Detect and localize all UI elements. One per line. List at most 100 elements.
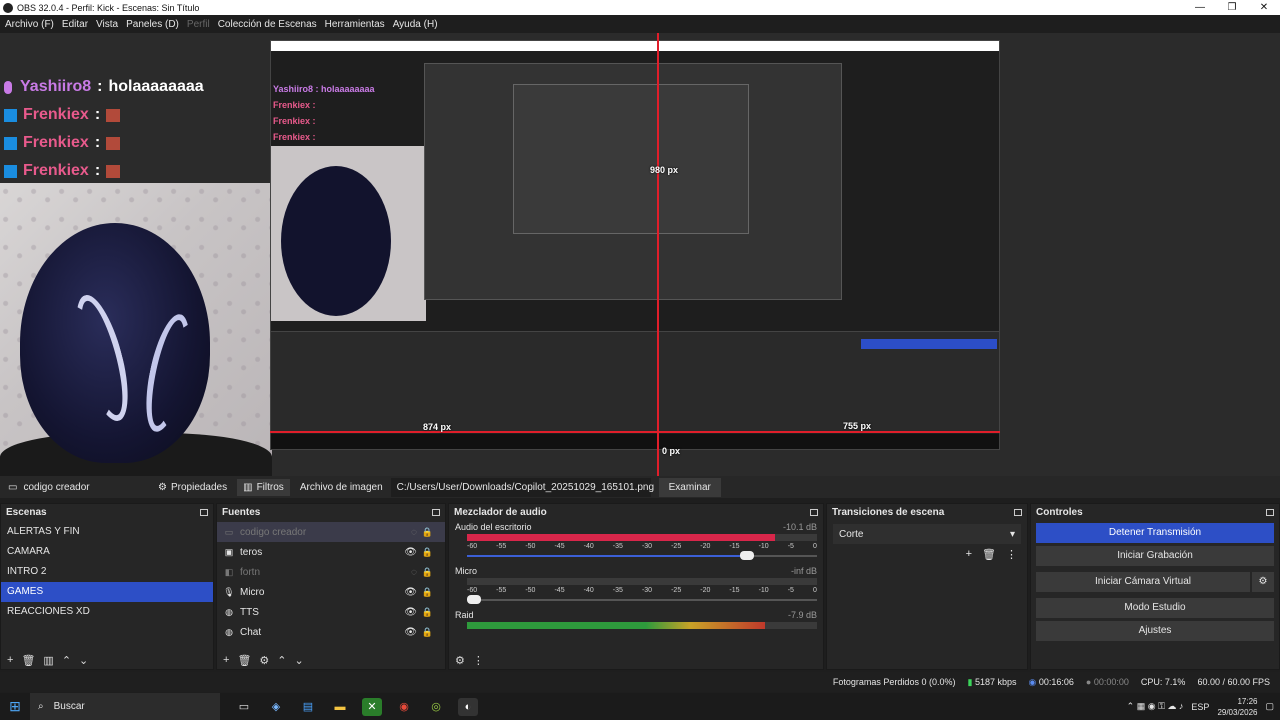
stream-icon: ◉ [1028,676,1037,687]
tray-icons[interactable]: ⌃ ▦ ◉ ⚿ ☁ ♪ [1127,701,1184,712]
eye-icon[interactable]: 👁 [404,547,417,558]
preview-canvas[interactable]: Yashiiro8 : holaaaaaaaa Frenkiex : Frenk… [0,33,1280,476]
eye-icon[interactable]: 👁 [404,627,417,638]
language-indicator[interactable]: ESP [1191,702,1209,712]
lock-icon[interactable]: 🔒 [422,587,433,598]
explorer-icon[interactable]: ▬ [330,698,350,716]
chat-line: Frenkiex : [4,129,204,157]
virtual-camera-settings-gear-icon[interactable]: ⚙ [1252,572,1274,592]
properties-button[interactable]: ⚙ Propiedades [152,479,233,496]
meter-scale: -60 -55 -50 -45 -40 -35 -30 -25 -20 -15 -10 -5 0 [467,587,817,594]
trash-icon[interactable]: 🗑 [237,654,251,667]
app-icon[interactable]: ◎ [426,698,446,716]
menu-help[interactable]: Ayuda (H) [393,19,438,30]
source-item[interactable]: ▣ teros 👁 🔒 [217,542,445,562]
kick-badge-icon [4,136,17,150]
start-virtual-camera-button[interactable]: Iniciar Cámara Virtual [1036,572,1250,592]
image-icon: ▭ [8,481,18,493]
undock-icon[interactable] [200,508,208,516]
menu-scene-collection[interactable]: Colección de Escenas [218,19,317,30]
menu-edit[interactable]: Editar [62,19,88,30]
lock-icon[interactable]: 🔒 [422,627,433,638]
move-down-icon[interactable]: ⌄ [79,654,88,667]
image-icon: ▭ [224,526,234,537]
undock-icon[interactable] [432,508,440,516]
source-item[interactable]: 🎙 Micro 👁 🔒 [217,582,445,602]
source-item[interactable]: ▭ codigo creador ◌ 🔒 [217,522,445,542]
undock-icon[interactable] [1266,508,1274,516]
undock-icon[interactable] [810,508,818,516]
store-icon[interactable]: ▤ [298,698,318,716]
fps: 60.00 / 60.00 FPS [1197,677,1270,687]
minimize-button[interactable]: — [1184,0,1216,15]
move-down-icon[interactable]: ⌄ [295,654,304,667]
lock-icon[interactable]: 🔒 [422,607,433,618]
move-up-icon[interactable]: ⌃ [62,654,71,667]
mixer-channel: Audio del escritorio -10.1 dB -60 -55 -50-… [449,520,823,564]
eye-icon[interactable]: 👁 [404,607,417,618]
volume-slider[interactable] [467,550,817,562]
xbox-icon[interactable]: ✕ [362,697,382,716]
cpu-usage: CPU: 7.1% [1140,677,1186,687]
menu-view[interactable]: Vista [96,19,118,30]
scene-item[interactable]: CAMARA [1,542,213,562]
chrome-icon[interactable]: ◉ [394,698,414,716]
mic-icon: 🎙 [223,586,235,597]
more-icon[interactable]: ⋮ [473,654,484,667]
close-button[interactable]: ✕ [1248,0,1280,15]
trash-icon[interactable]: 🗑 [21,654,35,667]
menu-tools[interactable]: Herramientas [325,19,385,30]
scene-item[interactable]: INTRO 2 [1,562,213,582]
copilot-icon[interactable]: ◈ [266,698,286,716]
studio-mode-button[interactable]: Modo Estudio [1036,598,1274,618]
lock-icon[interactable]: 🔒 [422,547,433,558]
add-icon[interactable]: + [966,548,972,561]
task-view-icon[interactable]: ▭ [234,698,254,716]
transition-select[interactable]: Corte ▾ [833,524,1021,544]
browse-button[interactable]: Examinar [658,477,721,497]
emote-icon [106,108,121,122]
settings-button[interactable]: Ajustes [1036,621,1274,641]
maximize-button[interactable]: ❐ [1216,0,1248,15]
add-icon[interactable]: + [223,654,229,666]
gear-icon[interactable]: ⚙ [259,654,269,667]
trash-icon[interactable]: 🗑 [982,548,996,561]
menu-file[interactable]: Archivo (F) [5,19,54,30]
clock[interactable]: 17:26 29/03/2026 [1217,696,1257,718]
windows-taskbar: ⊞ ⌕ Buscar ▭ ◈ ▤ ▬ ✕ ◉ ◎ ◐ ⌃ ▦ ◉ ⚿ ☁ ♪ E… [0,693,1280,720]
hidden-icon[interactable]: ◌ [411,567,417,578]
source-item[interactable]: ◍ TTS 👁 🔒 [217,602,445,622]
menu-docks[interactable]: Paneles (D) [126,19,179,30]
gear-icon[interactable]: ⚙ [455,654,465,667]
eye-icon[interactable]: 👁 [404,587,417,598]
obs-icon[interactable]: ◐ [458,697,478,716]
hidden-icon[interactable]: ◌ [411,527,417,538]
scene-item-selected[interactable]: GAMES [1,582,213,602]
move-up-icon[interactable]: ⌃ [277,654,286,667]
lock-icon[interactable]: 🔒 [422,567,433,578]
notification-icon[interactable]: ▢ [1265,701,1274,712]
kick-badge-icon [4,108,17,122]
nested-capture[interactable]: Yashiiro8 : holaaaaaaaa Frenkiex : Frenk… [270,40,1000,450]
source-item[interactable]: ◧ fortn ◌ 🔒 [217,562,445,582]
scene-item[interactable]: REACCIONES XD [1,602,213,622]
menu-profile[interactable]: Perfil [187,19,210,30]
source-toolbar: ▭ codigo creador ⚙ Propiedades ▥ Filtros… [0,476,1280,498]
undock-icon[interactable] [1014,508,1022,516]
mixer-channel: Micro -inf dB -60 -55 -50 -45 -40 -35 -30 -25 -2… [449,564,823,608]
transitions-dock: Transiciones de escena Corte ▾ + 🗑 ⋮ [826,503,1028,670]
more-icon[interactable]: ⋮ [1006,548,1017,561]
start-recording-button[interactable]: Iniciar Grabación [1036,546,1274,566]
record-time: 00:00:00 [1093,677,1129,687]
windows-start-icon[interactable]: ⊞ [0,698,30,715]
stop-streaming-button[interactable]: Detener Transmisión [1036,523,1274,543]
image-path-field[interactable]: C:/Users/User/Downloads/Copilot_20251029… [390,477,654,497]
volume-slider[interactable] [467,594,817,606]
taskbar-search[interactable]: ⌕ Buscar [30,693,220,720]
filter-icon[interactable]: ▥ [43,654,53,667]
add-icon[interactable]: + [7,654,13,666]
source-item[interactable]: ◍ Chat 👁 🔒 [217,622,445,642]
scene-item[interactable]: ALERTAS Y FIN [1,522,213,542]
lock-icon[interactable]: 🔒 [422,527,433,538]
filters-button[interactable]: ▥ Filtros [237,478,290,496]
